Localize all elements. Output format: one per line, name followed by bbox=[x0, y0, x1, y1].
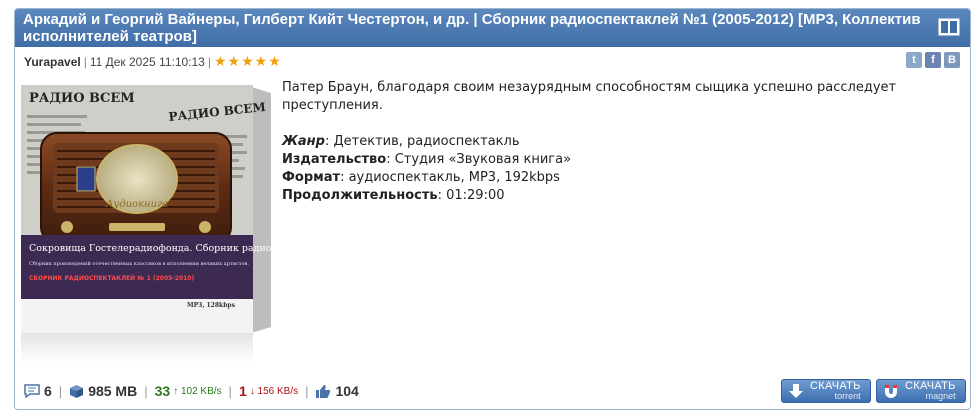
field-duration: Продолжительность: 01:29:00 bbox=[282, 187, 962, 205]
stats-separator: | bbox=[58, 383, 63, 399]
field-format-key: Формат bbox=[282, 170, 341, 185]
download-arrow-icon bbox=[788, 383, 804, 404]
stats-separator: | bbox=[144, 383, 148, 399]
download-torrent-button[interactable]: СКАЧАТЬ torrent bbox=[781, 379, 871, 403]
cover-series: СБОРНИК РАДИОСПЕКТАКЛЕЙ № 1 (2005-2010) bbox=[29, 274, 194, 282]
download-magnet-button[interactable]: СКАЧАТЬ magnet bbox=[876, 379, 966, 403]
field-format-value: : аудиоспектакль, MP3, 192kbps bbox=[340, 170, 560, 185]
seed-speed: ↑ 102 KB/s bbox=[173, 385, 222, 397]
post-meta: Yurapavel | 11 Дек 2025 11:10:13 | ★★★★★ bbox=[24, 53, 282, 70]
field-publisher: Издательство: Студия «Звуковая книга» bbox=[282, 151, 962, 169]
cover-band-sub: Сборник произведений отечественных класс… bbox=[29, 260, 249, 267]
author-link[interactable]: Yurapavel bbox=[24, 55, 81, 69]
leech-speed: ↓ 156 KB/s bbox=[249, 385, 299, 397]
vk-icon[interactable]: B bbox=[944, 52, 960, 68]
release-description: Патер Браун, благодаря своим незаурядным… bbox=[282, 79, 962, 205]
field-duration-value: : 01:29:00 bbox=[437, 188, 505, 203]
stats-separator: | bbox=[305, 383, 309, 399]
field-genre-key: Жанр bbox=[282, 134, 325, 149]
meta-separator: | bbox=[83, 55, 87, 69]
bookmark-book-icon[interactable] bbox=[938, 17, 960, 37]
twitter-icon[interactable]: t bbox=[906, 52, 922, 68]
torrent-stats: 6 | 985 MB | 33 ↑ 102 KB/s | 1 ↓ 156 KB/… bbox=[24, 383, 359, 399]
field-genre: Жанр: Детектив, радиоспектакль bbox=[282, 133, 962, 151]
cover-format: MP3, 128kbps bbox=[187, 302, 236, 309]
cover-newspaper-1: РАДИО ВСЕМ bbox=[29, 91, 135, 106]
post-date: 11 Дек 2025 11:10:13 bbox=[89, 55, 205, 69]
rating-stars[interactable]: ★★★★★ bbox=[214, 53, 282, 69]
share-buttons: t f B bbox=[906, 52, 960, 68]
comments-icon[interactable] bbox=[24, 384, 40, 398]
field-genre-value: : Детектив, радиоспектакль bbox=[324, 134, 520, 149]
cover-band-title: Сокровища Гостелерадиофонда. Сборник рад… bbox=[29, 243, 281, 254]
package-box-icon bbox=[69, 384, 84, 399]
field-publisher-key: Издательство bbox=[282, 152, 387, 167]
likes-count[interactable]: 104 bbox=[335, 383, 358, 399]
field-publisher-value: : Студия «Звуковая книга» bbox=[386, 152, 572, 167]
facebook-icon[interactable]: f bbox=[925, 52, 941, 68]
leechers-count: 1 bbox=[238, 383, 247, 399]
comments-count[interactable]: 6 bbox=[44, 383, 52, 399]
magnet-icon bbox=[883, 383, 899, 404]
thumbs-up-icon[interactable] bbox=[315, 384, 331, 399]
release-card: Аркадий и Георгий Вайнеры, Гилберт Кийт … bbox=[14, 8, 971, 410]
field-duration-key: Продолжительность bbox=[282, 188, 438, 203]
release-title-link[interactable]: Аркадий и Георгий Вайнеры, Гилберт Кийт … bbox=[23, 11, 930, 45]
album-cover-image[interactable]: РАДИО ВСЕМ РАДИО ВСЕМ Аудиокнига Сокрови… bbox=[19, 75, 281, 365]
field-format: Формат: аудиоспектакль, MP3, 192kbps bbox=[282, 169, 962, 187]
download-torrent-sub: torrent bbox=[834, 391, 861, 401]
file-size: 985 MB bbox=[88, 383, 138, 399]
description-text: Патер Браун, благодаря своим незаурядным… bbox=[282, 80, 897, 113]
meta-separator: | bbox=[207, 55, 211, 69]
seeders-count: 33 bbox=[154, 383, 171, 399]
release-header: Аркадий и Георгий Вайнеры, Гилберт Кийт … bbox=[15, 9, 970, 47]
download-magnet-sub: magnet bbox=[925, 391, 956, 401]
cover-brand: Аудиокнига bbox=[105, 199, 168, 210]
stats-separator: | bbox=[228, 383, 232, 399]
